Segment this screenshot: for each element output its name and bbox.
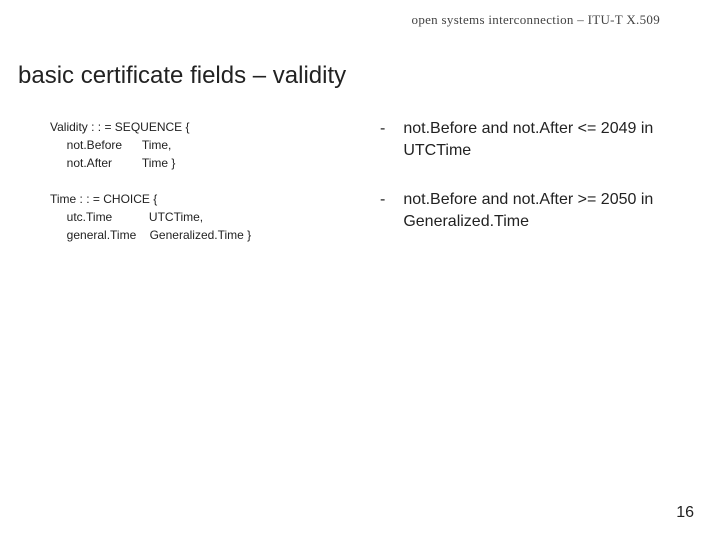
time-choice-block: Time : : = CHOICE { utc.Time UTCTime, ge… — [50, 190, 251, 244]
code-line: not.After Time } — [50, 154, 251, 172]
bullet-item: - not.Before and not.After >= 2050 in Ge… — [380, 189, 700, 232]
bullet-dash-icon: - — [380, 118, 385, 161]
code-line: general.Time Generalized.Time } — [50, 226, 251, 244]
code-line: utc.Time UTCTime, — [50, 208, 251, 226]
bullet-dash-icon: - — [380, 189, 385, 232]
slide-header: open systems interconnection – ITU-T X.5… — [412, 12, 660, 28]
validity-sequence-block: Validity : : = SEQUENCE { not.Before Tim… — [50, 118, 251, 172]
code-line: not.Before Time, — [50, 136, 251, 154]
slide-title: basic certificate fields – validity — [18, 62, 346, 90]
bullet-text: not.Before and not.After <= 2049 in UTCT… — [403, 118, 700, 161]
code-line: Time : : = CHOICE { — [50, 190, 251, 208]
asn1-code-column: Validity : : = SEQUENCE { not.Before Tim… — [50, 118, 251, 262]
bullets-column: - not.Before and not.After <= 2049 in UT… — [380, 118, 700, 260]
bullet-item: - not.Before and not.After <= 2049 in UT… — [380, 118, 700, 161]
page-number: 16 — [676, 504, 694, 522]
bullet-text: not.Before and not.After >= 2050 in Gene… — [403, 189, 700, 232]
code-line: Validity : : = SEQUENCE { — [50, 118, 251, 136]
